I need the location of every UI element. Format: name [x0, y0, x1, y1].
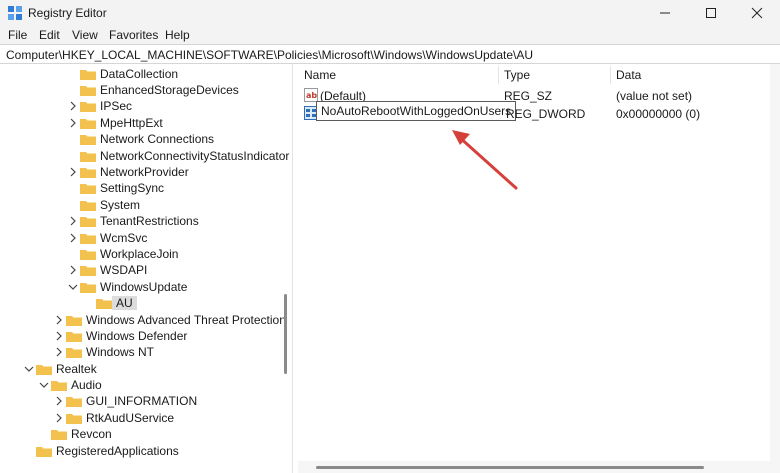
menu-file[interactable]: File [8, 28, 27, 42]
folder-icon [80, 86, 96, 96]
tree-item-label: Audio [71, 378, 102, 392]
folder-icon [80, 184, 96, 194]
value-row-noautoreboot[interactable]: NoAutoRebootWithLoggedOnUsers REG_DWORD … [298, 101, 780, 122]
tree-item-label: EnhancedStorageDevices [100, 83, 239, 97]
chevron-right-icon[interactable] [54, 413, 64, 423]
folder-icon [66, 397, 82, 407]
tree-item-label: WSDAPI [100, 263, 148, 277]
column-divider[interactable] [610, 66, 611, 84]
tree-item-label: IPSec [100, 99, 133, 113]
tree-item-label: TenantRestrictions [100, 214, 199, 228]
folder-open-icon [80, 283, 96, 293]
chevron-right-icon[interactable] [68, 265, 78, 275]
folder-icon [80, 152, 96, 162]
folder-icon [80, 70, 96, 80]
folder-icon [66, 316, 82, 326]
chevron-right-icon[interactable] [54, 396, 64, 406]
tree-item-label: Windows NT [86, 345, 155, 359]
minimize-button[interactable] [642, 0, 688, 26]
tree-item-label: SettingSync [100, 181, 165, 195]
address-bar[interactable]: Computer\HKEY_LOCAL_MACHINE\SOFTWARE\Pol… [0, 44, 780, 64]
menu-edit[interactable]: Edit [39, 28, 60, 42]
svg-text:ab: ab [306, 91, 317, 100]
tree-scrollbar-thumb[interactable] [284, 294, 287, 374]
window-title: Registry Editor [28, 6, 107, 20]
tree-item-label: Network Connections [100, 132, 215, 146]
annotation-arrow [452, 130, 518, 190]
tree-item-label: RegisteredApplications [56, 444, 179, 458]
folder-icon [51, 430, 67, 440]
folder-open-icon [36, 365, 52, 375]
menu-favorites[interactable]: Favorites [109, 28, 158, 42]
tree-item-label: NetworkConnectivityStatusIndicator [100, 149, 290, 163]
tree-item-label: Realtek [56, 362, 97, 376]
folder-icon [66, 348, 82, 358]
close-icon [751, 7, 763, 19]
tree-item-label: WcmSvc [100, 231, 148, 245]
value-data: (value not set) [616, 89, 693, 103]
maximize-button[interactable] [688, 0, 734, 26]
chevron-right-icon[interactable] [68, 101, 78, 111]
tree-item-label: WorkplaceJoin [100, 247, 179, 261]
tree-item-label: Windows Defender [86, 329, 188, 343]
tree-item-label: MpeHttpExt [100, 116, 163, 130]
values-horizontal-scrollbar-thumb[interactable] [316, 466, 704, 469]
chevron-down-icon[interactable] [39, 380, 49, 390]
values-list[interactable]: Name Type Data ab (Default) REG_SZ (valu… [298, 64, 780, 473]
folder-icon [66, 332, 82, 342]
tree-item-label: Revcon [71, 427, 112, 441]
minimize-icon [660, 12, 670, 14]
column-header-name[interactable]: Name [304, 68, 336, 82]
column-divider[interactable] [498, 66, 499, 84]
chevron-down-icon[interactable] [68, 282, 78, 292]
tree-item-label: Windows Advanced Threat Protection [86, 313, 286, 327]
menu-bar: File Edit View Favorites Help [0, 26, 780, 44]
registry-key-tree[interactable]: DataCollection EnhancedStorageDevices IP… [0, 64, 293, 473]
menu-view[interactable]: View [72, 28, 98, 42]
folder-icon [80, 217, 96, 227]
folder-icon [80, 135, 96, 145]
folder-icon [66, 414, 82, 424]
folder-icon [80, 234, 96, 244]
tree-item-label: NetworkProvider [100, 165, 189, 179]
close-button[interactable] [734, 0, 780, 26]
tree-item-label: System [100, 198, 141, 212]
chevron-down-icon[interactable] [24, 364, 34, 374]
folder-icon [80, 201, 96, 211]
chevron-right-icon[interactable] [68, 167, 78, 177]
chevron-right-icon[interactable] [54, 347, 64, 357]
address-path[interactable]: Computer\HKEY_LOCAL_MACHINE\SOFTWARE\Pol… [6, 48, 533, 62]
value-data: 0x00000000 (0) [616, 107, 701, 121]
folder-icon [80, 250, 96, 260]
folder-icon [80, 266, 96, 276]
tree-item-label: RtkAudUService [86, 411, 175, 425]
column-header-type[interactable]: Type [504, 68, 530, 82]
folder-open-icon [51, 381, 67, 391]
tree-item-label: GUI_INFORMATION [86, 394, 198, 408]
tree-item-label: WindowsUpdate [100, 280, 188, 294]
chevron-right-icon[interactable] [68, 118, 78, 128]
chevron-right-icon[interactable] [68, 233, 78, 243]
registry-editor-icon [8, 6, 22, 20]
values-vertical-scrollbar[interactable] [770, 64, 780, 473]
folder-icon [80, 119, 96, 129]
folder-icon [96, 299, 112, 309]
title-bar: Registry Editor [0, 0, 780, 26]
tree-item-label: AU [112, 296, 137, 310]
column-header-data[interactable]: Data [616, 68, 641, 82]
tree-item-label: DataCollection [100, 67, 179, 81]
chevron-right-icon[interactable] [54, 315, 64, 325]
folder-icon [36, 447, 52, 457]
chevron-right-icon[interactable] [68, 216, 78, 226]
maximize-icon [706, 8, 716, 18]
menu-help[interactable]: Help [165, 28, 190, 42]
string-value-icon: ab [304, 88, 318, 102]
folder-icon [80, 168, 96, 178]
chevron-right-icon[interactable] [54, 331, 64, 341]
folder-icon [80, 102, 96, 112]
